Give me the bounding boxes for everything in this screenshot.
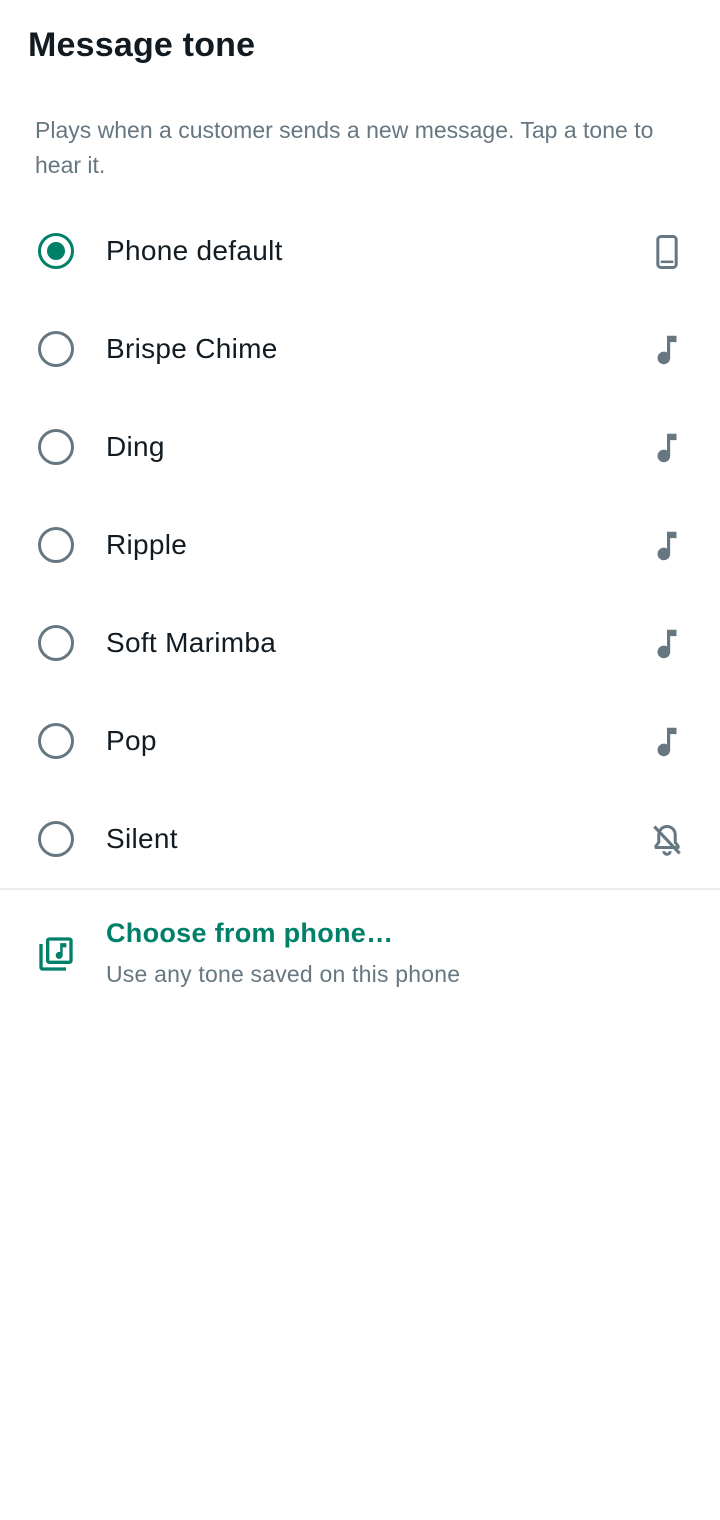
tone-option-soft-marimba[interactable]: Soft Marimba [0,595,720,693]
choose-from-phone-button[interactable]: Choose from phone… Use any tone saved on… [0,904,720,1004]
radio-unselected[interactable] [38,625,74,661]
bell-off-icon [648,821,686,859]
message-tone-screen: Message tone Plays when a customer sends… [0,0,720,1520]
tone-option-phone-default[interactable]: Phone default [0,203,720,301]
tone-label: Pop [106,725,157,756]
choose-from-phone-title: Choose from phone… [106,918,394,948]
tone-option-ding[interactable]: Ding [0,399,720,497]
radio-unselected[interactable] [38,331,74,367]
tone-label: Phone default [106,235,283,266]
page-description: Plays when a customer sends a new messag… [35,117,654,178]
tone-label: Brispe Chime [106,333,278,364]
tone-label: Soft Marimba [106,627,277,658]
music-library-icon [36,934,76,974]
phone-icon [648,233,686,271]
radio-unselected[interactable] [38,429,74,465]
tone-option-ripple[interactable]: Ripple [0,497,720,595]
music-note-icon [648,625,686,663]
radio-unselected[interactable] [38,527,74,563]
radio-unselected[interactable] [38,821,74,857]
tone-label: Silent [106,823,178,854]
music-note-icon [648,527,686,565]
divider [0,888,720,890]
music-note-icon [648,429,686,467]
page-title: Message tone [28,26,256,64]
tone-label: Ripple [106,529,188,560]
music-note-icon [648,331,686,369]
radio-unselected[interactable] [38,723,74,759]
choose-from-phone-subtitle: Use any tone saved on this phone [106,961,461,987]
tone-option-brispe-chime[interactable]: Brispe Chime [0,301,720,399]
music-note-icon [648,723,686,761]
tone-option-pop[interactable]: Pop [0,693,720,791]
tone-list: Phone default Brispe Chime Ding Ripple S… [0,203,720,889]
tone-option-silent[interactable]: Silent [0,791,720,889]
tone-label: Ding [106,431,165,462]
radio-selected[interactable] [38,233,74,269]
